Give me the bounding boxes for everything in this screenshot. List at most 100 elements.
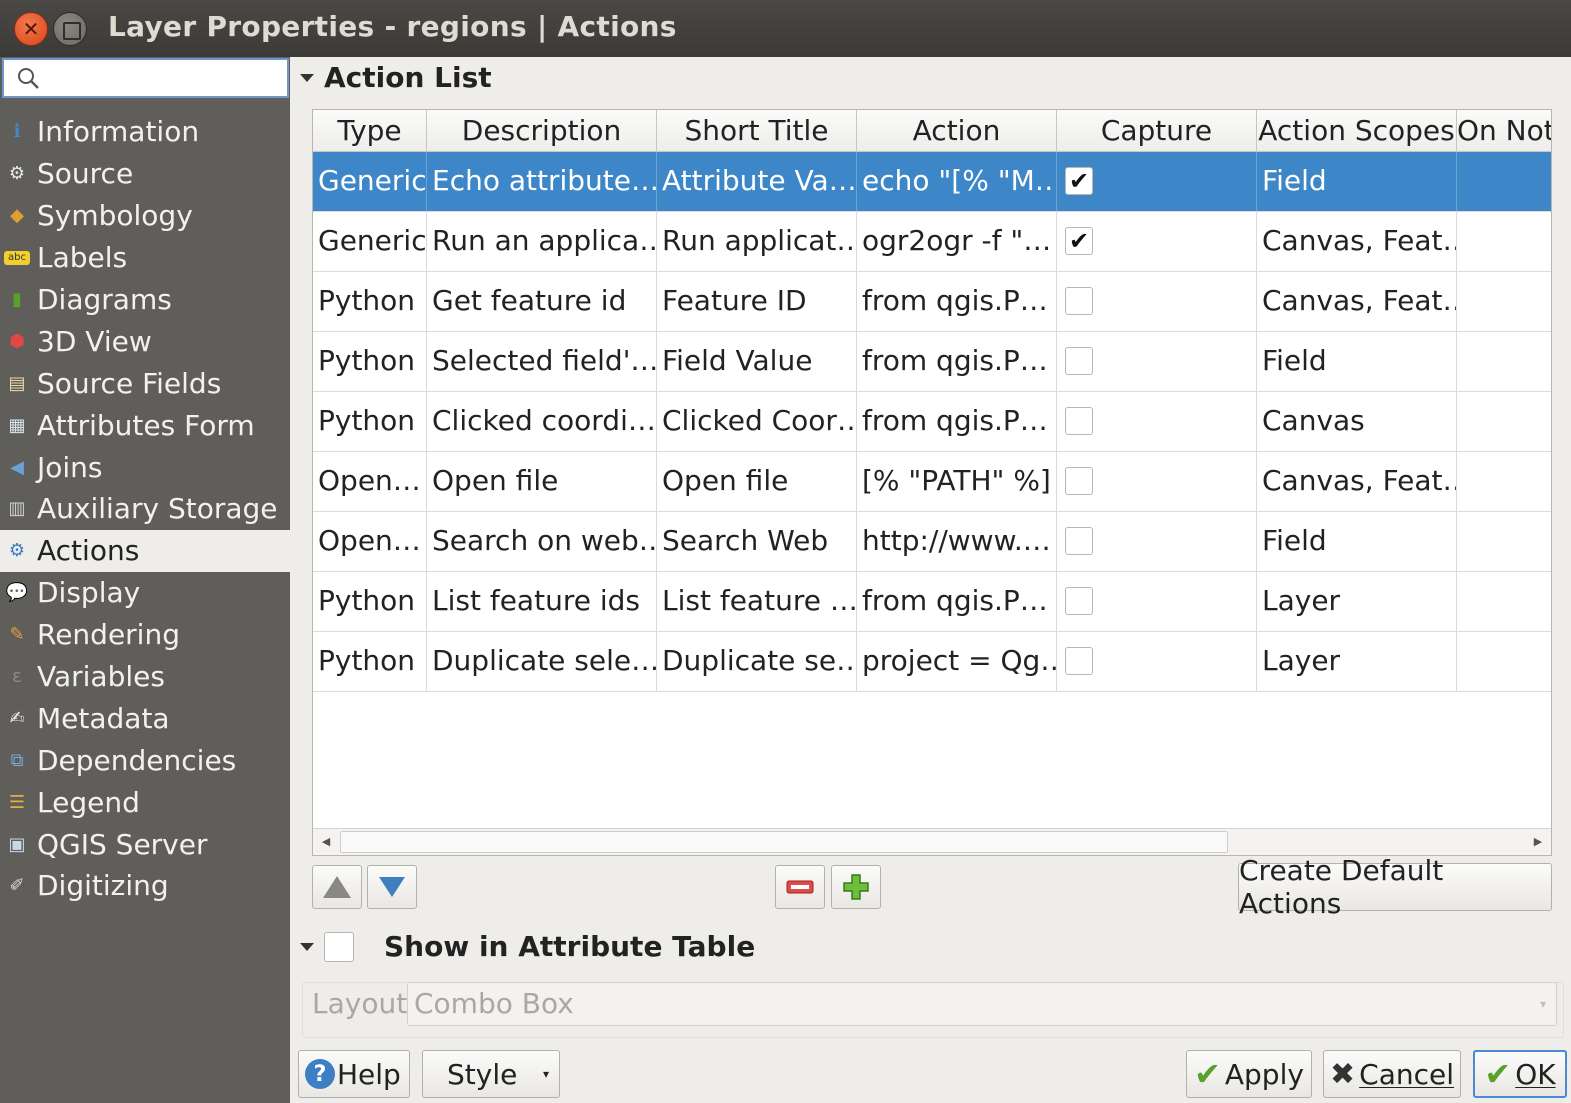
column-header-on-not[interactable]: On Not (1457, 110, 1551, 151)
table-row[interactable]: Open… Open file Open file [% "PATH" %] Canva… (313, 452, 1551, 512)
help-button[interactable]: ? Help (298, 1050, 410, 1098)
sidebar-item-information[interactable]: ℹ Information (0, 111, 290, 153)
table-row[interactable]: Generic Run an applica… Run applicat… ogr2o… (313, 212, 1551, 272)
cell-on-notification[interactable] (1457, 452, 1551, 511)
capture-checkbox[interactable] (1065, 287, 1093, 315)
column-header-action[interactable]: Action (857, 110, 1057, 151)
cell-description[interactable]: Selected field'… (427, 332, 657, 391)
cell-scopes[interactable]: Layer (1257, 632, 1457, 691)
sidebar-item-symbology[interactable]: ◆ Symbology (0, 195, 290, 237)
cell-short-title[interactable]: List feature … (657, 572, 857, 631)
sidebar-item-auxiliary-storage[interactable]: ▥ Auxiliary Storage (0, 488, 290, 530)
table-row[interactable]: Python Get feature id Feature ID from qgis.… (313, 272, 1551, 332)
cell-action[interactable]: echo "[% "M… (857, 152, 1057, 211)
sidebar-item-joins[interactable]: ◀ Joins (0, 446, 290, 488)
sidebar-item-3d-view[interactable]: ⬢ 3D View (0, 320, 290, 362)
cell-action[interactable]: http://www.… (857, 512, 1057, 571)
cell-scopes[interactable]: Canvas, Feat… (1257, 212, 1457, 271)
style-button[interactable]: Style ▾ (422, 1050, 560, 1098)
cell-scopes[interactable]: Canvas, Feat… (1257, 272, 1457, 331)
sidebar-item-metadata[interactable]: ✍ Metadata (0, 697, 290, 739)
capture-checkbox[interactable] (1065, 587, 1093, 615)
sidebar-item-display[interactable]: 💬 Display (0, 572, 290, 614)
table-row[interactable]: Python Clicked coordi… Clicked Coor… from q… (313, 392, 1551, 452)
cell-scopes[interactable]: Field (1257, 152, 1457, 211)
action-list-header[interactable]: Action List (300, 61, 492, 94)
sidebar-item-qgis-server[interactable]: ▣ QGIS Server (0, 823, 290, 865)
cell-type[interactable]: Python (313, 332, 427, 391)
scroll-left-icon[interactable]: ◀ (313, 829, 339, 855)
table-row[interactable]: Python List feature ids List feature … from… (313, 572, 1551, 632)
window-minimize-button[interactable] (53, 12, 87, 46)
sidebar-item-dependencies[interactable]: ⧉ Dependencies (0, 739, 290, 781)
show-in-attribute-table-checkbox[interactable] (324, 931, 354, 962)
move-up-button[interactable] (312, 865, 362, 909)
cell-short-title[interactable]: Feature ID (657, 272, 857, 331)
capture-cell[interactable]: ✔ (1057, 212, 1257, 271)
cell-short-title[interactable]: Run applicat… (657, 212, 857, 271)
table-row[interactable]: Generic Echo attribute… Attribute Va… echo … (313, 152, 1551, 212)
capture-checkbox[interactable] (1065, 467, 1093, 495)
cell-on-notification[interactable] (1457, 632, 1551, 691)
cell-type[interactable]: Python (313, 572, 427, 631)
scroll-right-icon[interactable]: ▶ (1525, 829, 1551, 855)
table-row[interactable]: Open… Search on web… Search Web http://www.… (313, 512, 1551, 572)
horizontal-scrollbar[interactable]: ◀ ▶ (313, 828, 1551, 855)
sidebar-item-attributes-form[interactable]: ▦ Attributes Form (0, 404, 290, 446)
ok-button[interactable]: ✔ OK (1473, 1050, 1567, 1098)
cell-type[interactable]: Generic (313, 212, 427, 271)
capture-cell[interactable] (1057, 632, 1257, 691)
cell-description[interactable]: Duplicate sele… (427, 632, 657, 691)
cell-short-title[interactable]: Clicked Coor… (657, 392, 857, 451)
cell-description[interactable]: Echo attribute… (427, 152, 657, 211)
cell-short-title[interactable]: Search Web (657, 512, 857, 571)
collapse-triangle-icon[interactable] (300, 942, 314, 951)
cell-type[interactable]: Python (313, 632, 427, 691)
capture-cell[interactable] (1057, 512, 1257, 571)
cell-on-notification[interactable] (1457, 212, 1551, 271)
search-input[interactable] (2, 58, 289, 98)
sidebar-item-diagrams[interactable]: ▮ Diagrams (0, 279, 290, 321)
table-row[interactable]: Python Selected field'… Field Value from qg… (313, 332, 1551, 392)
cell-description[interactable]: Run an applica… (427, 212, 657, 271)
column-header-short-title[interactable]: Short Title (657, 110, 857, 151)
capture-checkbox[interactable] (1065, 347, 1093, 375)
move-down-button[interactable] (367, 865, 417, 909)
create-default-actions-button[interactable]: Create Default Actions (1238, 854, 1552, 920)
cell-description[interactable]: Clicked coordi… (427, 392, 657, 451)
cell-type[interactable]: Python (313, 272, 427, 331)
cell-on-notification[interactable] (1457, 332, 1551, 391)
sidebar-item-source[interactable]: ⚙ Source (0, 153, 290, 195)
cell-description[interactable]: Get feature id (427, 272, 657, 331)
cell-scopes[interactable]: Layer (1257, 572, 1457, 631)
cancel-button[interactable]: ✖ Cancel (1323, 1050, 1461, 1098)
cell-description[interactable]: List feature ids (427, 572, 657, 631)
cell-action[interactable]: from qgis.P… (857, 572, 1057, 631)
cell-description[interactable]: Search on web… (427, 512, 657, 571)
apply-button[interactable]: ✔ Apply (1186, 1050, 1312, 1098)
cell-description[interactable]: Open file (427, 452, 657, 511)
cell-on-notification[interactable] (1457, 392, 1551, 451)
window-close-button[interactable] (14, 12, 48, 46)
sidebar-item-digitizing[interactable]: ✐ Digitizing (0, 865, 290, 907)
capture-cell[interactable] (1057, 452, 1257, 511)
cell-scopes[interactable]: Canvas, Feat… (1257, 452, 1457, 511)
cell-action[interactable]: from qgis.P… (857, 272, 1057, 331)
add-action-button[interactable] (831, 865, 881, 909)
cell-type[interactable]: Open… (313, 452, 427, 511)
sidebar-item-source-fields[interactable]: ▤ Source Fields (0, 362, 290, 404)
cell-on-notification[interactable] (1457, 512, 1551, 571)
cell-type[interactable]: Generic (313, 152, 427, 211)
cell-scopes[interactable]: Field (1257, 332, 1457, 391)
capture-checkbox[interactable]: ✔ (1065, 167, 1093, 195)
cell-type[interactable]: Open… (313, 512, 427, 571)
scroll-thumb[interactable] (340, 831, 1228, 853)
cell-short-title[interactable]: Field Value (657, 332, 857, 391)
cell-scopes[interactable]: Canvas (1257, 392, 1457, 451)
capture-cell[interactable]: ✔ (1057, 152, 1257, 211)
capture-checkbox[interactable]: ✔ (1065, 227, 1093, 255)
cell-action[interactable]: [% "PATH" %] (857, 452, 1057, 511)
cell-on-notification[interactable] (1457, 572, 1551, 631)
capture-checkbox[interactable] (1065, 647, 1093, 675)
cell-action[interactable]: from qgis.P… (857, 392, 1057, 451)
